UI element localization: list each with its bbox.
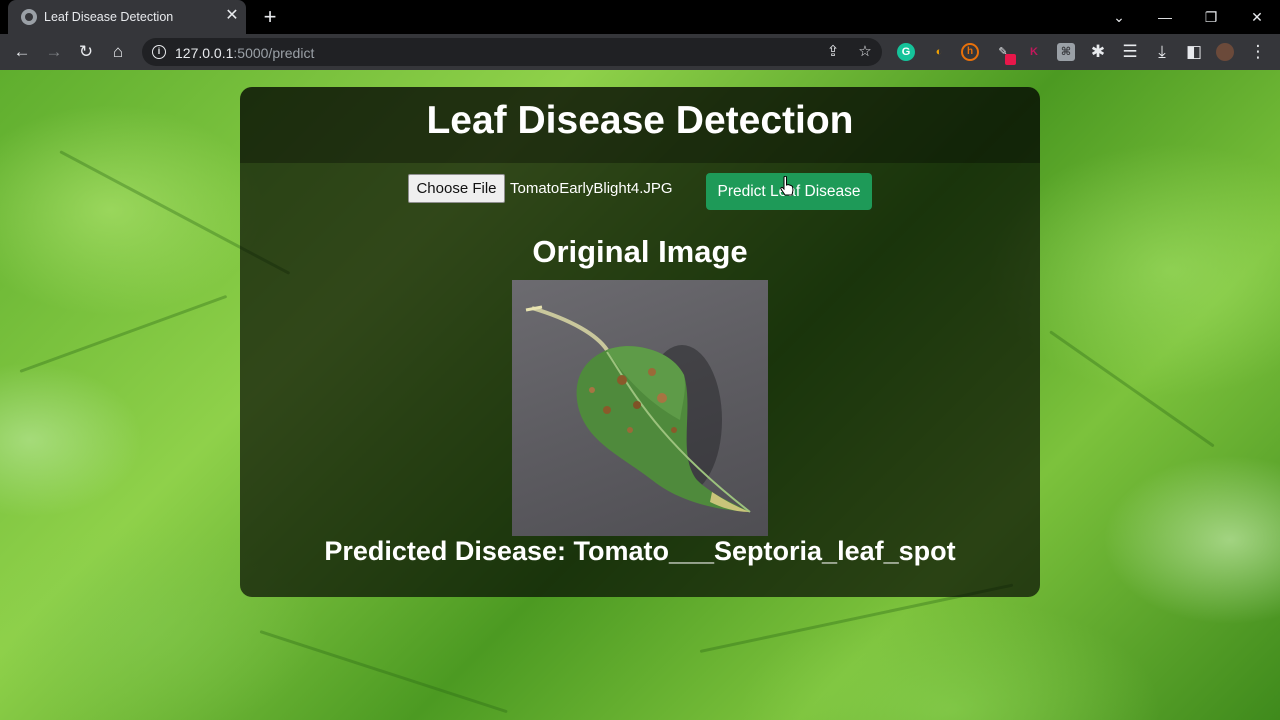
url-text[interactable]: 127.0.0.1:5000/predict bbox=[175, 45, 314, 61]
page-background: Leaf Disease Detection Choose File Tomat… bbox=[0, 70, 1280, 720]
back-arrow-icon[interactable]: ← bbox=[10, 40, 34, 64]
leaf-vein bbox=[1049, 330, 1215, 448]
original-image-heading: Original Image bbox=[532, 234, 748, 269]
browser-tab[interactable]: Leaf Disease Detection ✕ bbox=[8, 0, 246, 34]
main-panel: Leaf Disease Detection Choose File Tomat… bbox=[240, 87, 1040, 597]
k-extension-icon[interactable]: K bbox=[1025, 43, 1043, 61]
share-icon[interactable]: ⇪ bbox=[822, 41, 844, 63]
download-icon[interactable]: ⤓ bbox=[1150, 40, 1174, 64]
minimize-button[interactable]: — bbox=[1153, 5, 1177, 29]
leaf-illustration bbox=[525, 305, 751, 513]
reload-icon[interactable]: ↻ bbox=[74, 40, 98, 64]
close-icon[interactable]: ✕ bbox=[222, 6, 242, 26]
address-bar[interactable]: i 127.0.0.1:5000/predict ⇪ ☆ bbox=[142, 38, 882, 66]
selected-file-name: TomatoEarlyBlight4.JPG bbox=[510, 180, 673, 197]
home-icon[interactable]: ⌂ bbox=[106, 40, 130, 64]
restore-button[interactable]: ❐ bbox=[1199, 5, 1223, 29]
prediction-result: Predicted Disease: Tomato___Septoria_lea… bbox=[324, 536, 956, 566]
puzzle-icon[interactable]: ✱ bbox=[1086, 40, 1110, 64]
hand-cursor-icon bbox=[780, 176, 794, 196]
side-panel-icon[interactable]: ◧ bbox=[1182, 40, 1206, 64]
star-icon[interactable]: ☆ bbox=[854, 41, 876, 63]
tab-search-icon[interactable]: ⌄ bbox=[1107, 5, 1131, 29]
new-tab-button[interactable]: + bbox=[258, 5, 282, 29]
tab-title: Leaf Disease Detection bbox=[44, 10, 174, 24]
tab-strip: Leaf Disease Detection ✕ + ⌄ — ❐ ✕ bbox=[0, 0, 1280, 34]
extension-badge bbox=[1005, 54, 1016, 65]
browser-toolbar: ← → ↻ ⌂ i 127.0.0.1:5000/predict ⇪ ☆ G ◐… bbox=[0, 34, 1280, 70]
forward-arrow-icon[interactable]: → bbox=[42, 40, 66, 64]
kebab-menu-icon[interactable]: ⋮ bbox=[1246, 40, 1270, 64]
page-title: Leaf Disease Detection bbox=[426, 99, 854, 142]
moon-extension-icon[interactable]: ◐ bbox=[930, 43, 948, 61]
leaf-vein bbox=[19, 294, 228, 373]
window-close-button[interactable]: ✕ bbox=[1245, 5, 1269, 29]
honey-extension-icon[interactable]: h bbox=[961, 43, 979, 61]
choose-file-button[interactable]: Choose File bbox=[408, 174, 505, 203]
info-icon[interactable]: i bbox=[152, 45, 166, 59]
box-extension-icon[interactable]: ⌘ bbox=[1057, 43, 1075, 61]
globe-icon bbox=[21, 9, 37, 25]
leaf-vein bbox=[259, 630, 508, 714]
uploaded-leaf-image bbox=[512, 280, 768, 536]
profile-avatar[interactable] bbox=[1216, 43, 1234, 61]
grammarly-extension-icon[interactable]: G bbox=[897, 43, 915, 61]
reading-list-icon[interactable]: ☰ bbox=[1118, 40, 1142, 64]
